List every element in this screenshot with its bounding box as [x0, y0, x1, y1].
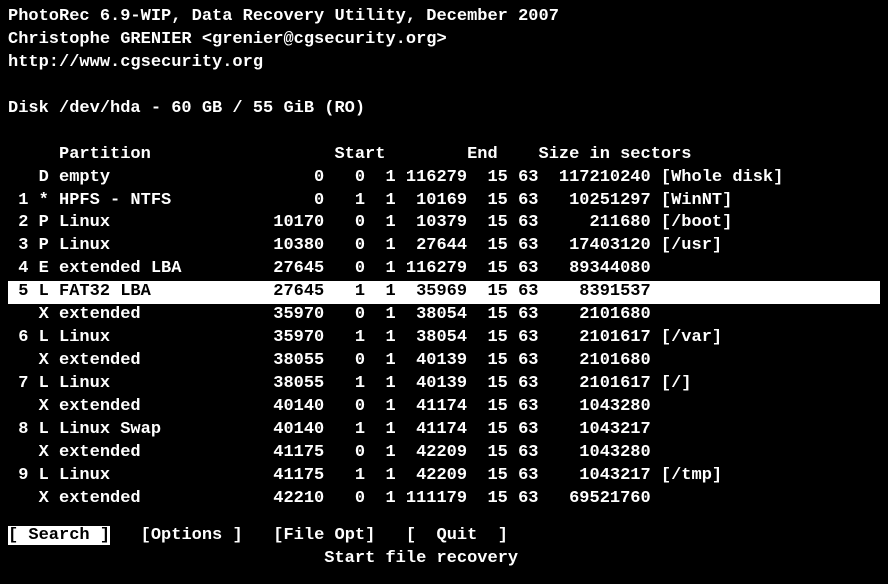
- url-line: http://www.cgsecurity.org: [8, 52, 880, 75]
- table-row[interactable]: X extended 40140 0 1 41174 15 63 1043280: [8, 396, 880, 419]
- app-title: PhotoRec 6.9-WIP, Data Recovery Utility,…: [8, 6, 880, 29]
- table-row[interactable]: 2 P Linux 10170 0 1 10379 15 63 211680 […: [8, 212, 880, 235]
- options-button[interactable]: [Options ]: [141, 526, 243, 545]
- author-line: Christophe GRENIER <grenier@cgsecurity.o…: [8, 29, 880, 52]
- table-row[interactable]: 3 P Linux 10380 0 1 27644 15 63 17403120…: [8, 235, 880, 258]
- fileopt-button[interactable]: [File Opt]: [273, 526, 375, 545]
- table-row[interactable]: 6 L Linux 35970 1 1 38054 15 63 2101617 …: [8, 327, 880, 350]
- table-row[interactable]: 5 L FAT32 LBA 27645 1 1 35969 15 63 8391…: [8, 281, 880, 304]
- table-row[interactable]: X extended 41175 0 1 42209 15 63 1043280: [8, 442, 880, 465]
- partition-table: D empty 0 0 1 116279 15 63 117210240 [Wh…: [8, 167, 880, 511]
- help-text: Start file recovery: [8, 548, 880, 571]
- table-row[interactable]: 1 * HPFS - NTFS 0 1 1 10169 15 63 102512…: [8, 190, 880, 213]
- disk-line: Disk /dev/hda - 60 GB / 55 GiB (RO): [8, 98, 880, 121]
- table-row[interactable]: 9 L Linux 41175 1 1 42209 15 63 1043217 …: [8, 465, 880, 488]
- table-row[interactable]: 4 E extended LBA 27645 0 1 116279 15 63 …: [8, 258, 880, 281]
- search-button[interactable]: [ Search ]: [8, 526, 110, 545]
- table-row[interactable]: X extended 38055 0 1 40139 15 63 2101680: [8, 350, 880, 373]
- table-row[interactable]: 8 L Linux Swap 40140 1 1 41174 15 63 104…: [8, 419, 880, 442]
- table-row[interactable]: X extended 42210 0 1 111179 15 63 695217…: [8, 488, 880, 511]
- quit-button[interactable]: [ Quit ]: [406, 526, 508, 545]
- columns-header: Partition Start End Size in sectors: [8, 144, 880, 167]
- table-row[interactable]: X extended 35970 0 1 38054 15 63 2101680: [8, 304, 880, 327]
- table-row[interactable]: 7 L Linux 38055 1 1 40139 15 63 2101617 …: [8, 373, 880, 396]
- menu-bar: [ Search ] [Options ] [File Opt] [ Quit …: [8, 525, 880, 548]
- table-row[interactable]: D empty 0 0 1 116279 15 63 117210240 [Wh…: [8, 167, 880, 190]
